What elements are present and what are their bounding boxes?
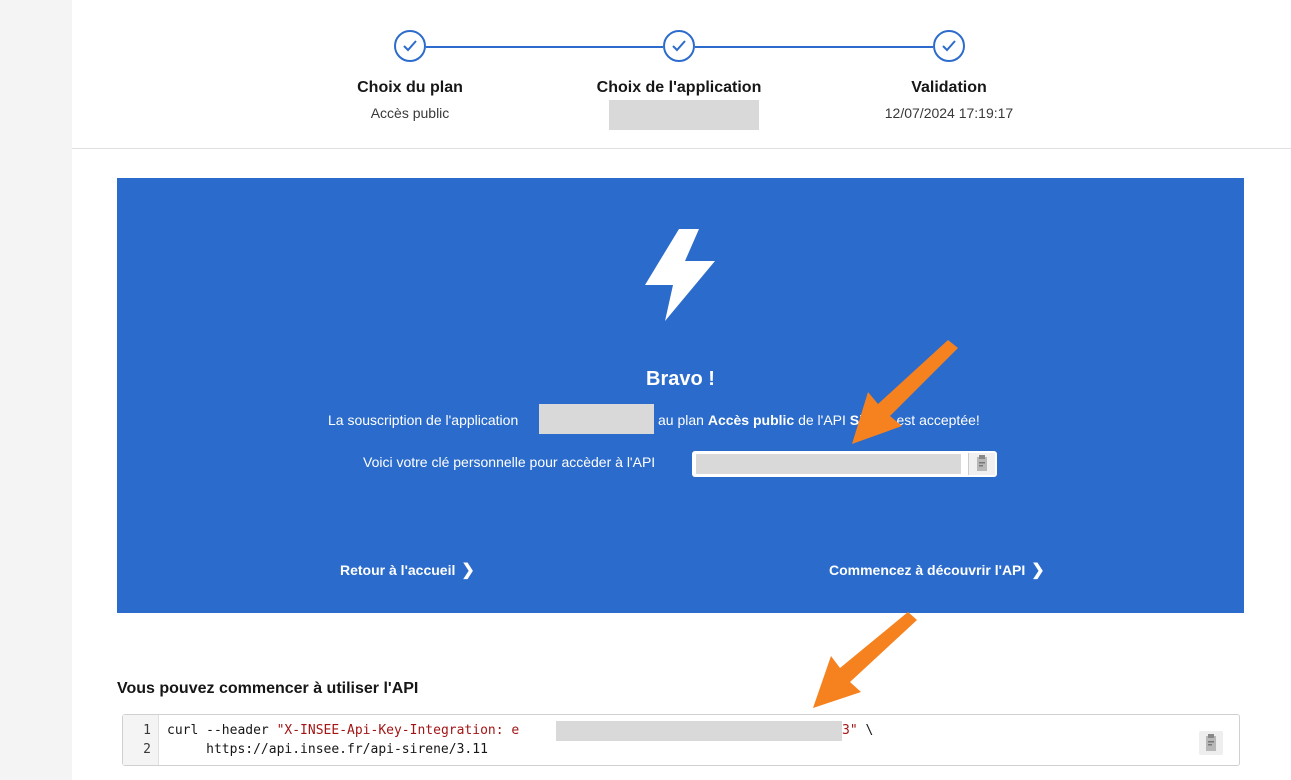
- redacted-api-key: [556, 721, 842, 741]
- subscription-text-prefix: La souscription de l'application: [328, 412, 519, 428]
- arrow-annotation-icon: [852, 340, 958, 444]
- step-connector: [695, 46, 933, 48]
- line-number: 1: [143, 723, 151, 738]
- success-heading: Bravo !: [646, 368, 715, 390]
- api-key-label: Voici votre clé personnelle pour accèder…: [363, 454, 656, 470]
- step-1-title: Choix du plan: [357, 79, 463, 96]
- line-number: 2: [143, 742, 151, 757]
- code-section-title: Vous pouvez commencer à utiliser l'API: [117, 680, 419, 697]
- step-3-check: [933, 30, 965, 62]
- copy-code-button[interactable]: [1199, 731, 1223, 755]
- code-line-1-end: 3" \: [842, 723, 874, 738]
- chevron-right-icon: ❯: [461, 562, 475, 579]
- chevron-right-icon: ❯: [1031, 562, 1045, 579]
- clipboard-icon: [977, 455, 987, 471]
- code-snippet[interactable]: 1 2 curl --header "X-INSEE-Api-Key-Integ…: [122, 714, 1240, 766]
- check-icon: [403, 40, 417, 52]
- step-1-check: [394, 30, 426, 62]
- step-3-title: Validation: [911, 79, 987, 96]
- home-link[interactable]: Retour à l'accueil ❯: [340, 560, 475, 580]
- step-2-title: Choix de l'application: [596, 79, 762, 96]
- step-connector: [426, 46, 663, 48]
- redacted-api-key: [696, 454, 961, 474]
- clipboard-icon: [1206, 734, 1216, 751]
- progress-stepper: Choix du plan Accès public Choix de l'ap…: [72, 0, 1291, 149]
- discover-api-link[interactable]: Commencez à découvrir l'API ❯: [829, 560, 1045, 580]
- step-3-timestamp: 12/07/2024 17:19:17: [884, 105, 1014, 121]
- api-key-field[interactable]: [692, 451, 997, 477]
- arrow-annotation-icon: [813, 612, 917, 708]
- step-2-check: [663, 30, 695, 62]
- lightning-bolt-icon: [645, 229, 715, 321]
- code-line-1: curl --header "X-INSEE-Api-Key-Integrati…: [167, 723, 520, 738]
- redacted-app-name: [609, 100, 759, 130]
- success-banner: Bravo ! La souscription de l'application…: [117, 178, 1244, 613]
- redacted-application: [539, 404, 654, 434]
- check-icon: [672, 40, 686, 52]
- code-line-2: https://api.insee.fr/api-sirene/3.11: [167, 742, 488, 757]
- step-1-subtitle: Accès public: [370, 105, 450, 121]
- check-icon: [942, 40, 956, 52]
- copy-key-button[interactable]: [968, 453, 995, 475]
- left-gutter: [0, 0, 72, 780]
